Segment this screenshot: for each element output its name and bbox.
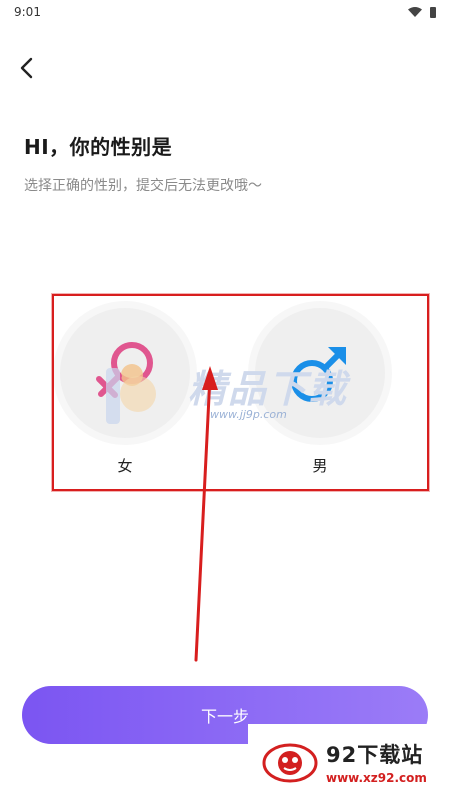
page-title: HI，你的性别是 <box>24 135 173 159</box>
site-url: www.xz92.com <box>326 771 427 785</box>
site-logo-icon <box>262 743 318 783</box>
back-button[interactable] <box>14 56 38 80</box>
site-badge: 92下载站 www.xz92.com <box>248 724 450 800</box>
site-text: 92下载站 www.xz92.com <box>326 739 427 785</box>
site-name: 92下载站 <box>326 743 424 767</box>
status-bar: 9:01 <box>0 0 450 24</box>
battery-icon <box>430 6 436 18</box>
status-icons <box>408 6 436 18</box>
wifi-icon <box>408 7 422 17</box>
gender-select-screen: 9:01 HI，你的性别是 选择正确的性别，提交后无法更改哦～ 女 男 精品下载… <box>0 0 450 800</box>
annotation-highlight-box <box>52 294 429 491</box>
page-subtitle: 选择正确的性别，提交后无法更改哦～ <box>24 178 262 194</box>
status-time: 9:01 <box>14 5 41 19</box>
chevron-left-icon <box>20 57 33 79</box>
